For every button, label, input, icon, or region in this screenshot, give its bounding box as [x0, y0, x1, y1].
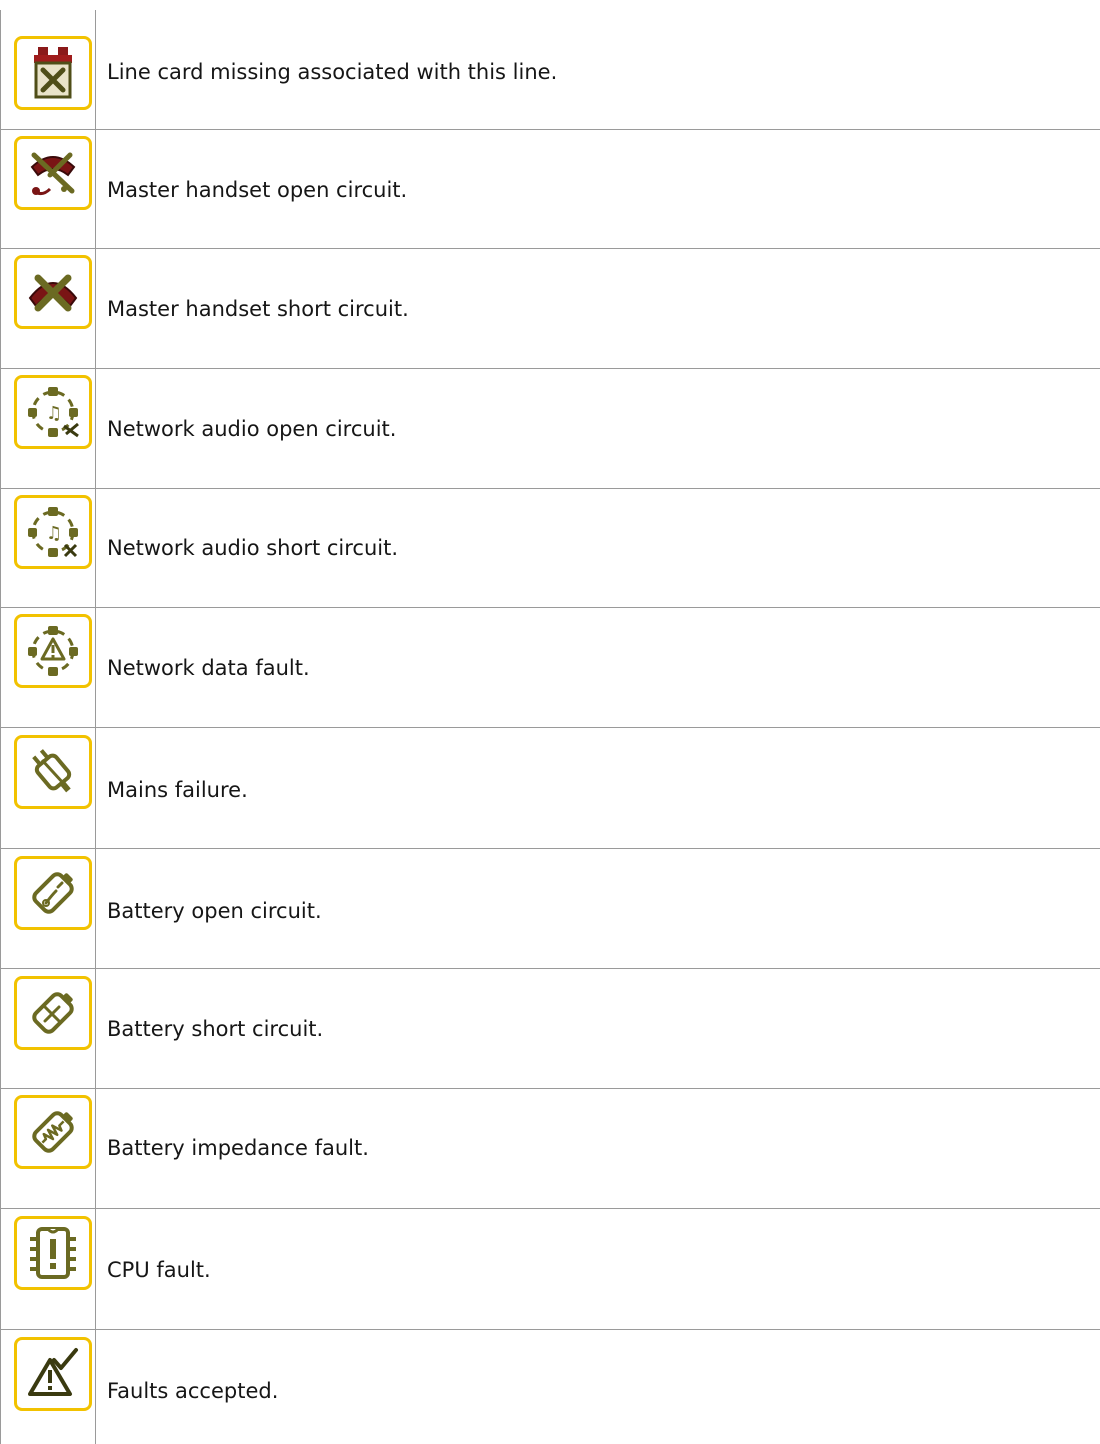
list-item: Master handset short circuit. — [107, 297, 409, 321]
battery-short-circuit-icon — [14, 976, 92, 1050]
list-item: CPU fault. — [107, 1258, 211, 1282]
master-handset-short-circuit-icon — [14, 255, 92, 329]
table-row: Master handset open circuit. — [0, 130, 1100, 249]
table-row: ♫ Network audio open circuit. — [0, 369, 1100, 489]
table-row: Network data fault. — [0, 608, 1100, 728]
table-row: ♫ Network audio short circuit. — [0, 489, 1100, 608]
list-item: Network audio open circuit. — [107, 417, 397, 441]
network-audio-short-circuit-icon: ♫ — [14, 495, 92, 569]
list-item: Battery open circuit. — [107, 899, 322, 923]
faults-accepted-icon — [14, 1337, 92, 1411]
network-data-fault-icon — [14, 614, 92, 688]
svg-text:♫: ♫ — [46, 523, 62, 544]
battery-impedance-fault-icon — [14, 1095, 92, 1169]
list-item: Network audio short circuit. — [107, 536, 399, 560]
table-row: Line card missing associated with this l… — [0, 10, 1100, 130]
list-item: Line card missing associated with this l… — [107, 60, 558, 84]
table-row: Battery short circuit. — [0, 969, 1100, 1089]
cpu-fault-icon — [14, 1216, 92, 1290]
table-row: Battery open circuit. — [0, 849, 1100, 969]
list-item: Faults accepted. — [107, 1379, 279, 1403]
table-row: Battery impedance fault. — [0, 1089, 1100, 1209]
table-row: Master handset short circuit. — [0, 249, 1100, 369]
svg-text:♫: ♫ — [46, 403, 62, 424]
table-row: CPU fault. — [0, 1209, 1100, 1330]
mains-failure-icon — [14, 735, 92, 809]
master-handset-open-circuit-icon — [14, 136, 92, 210]
battery-open-circuit-icon — [14, 856, 92, 930]
line-card-missing-icon — [14, 36, 92, 110]
table-row: Mains failure. — [0, 728, 1100, 849]
list-item: Master handset open circuit. — [107, 178, 408, 202]
list-item: Network data fault. — [107, 656, 310, 680]
table-row: Faults accepted. — [0, 1330, 1100, 1444]
network-audio-open-circuit-icon: ♫ — [14, 375, 92, 449]
list-item: Battery short circuit. — [107, 1017, 324, 1041]
list-item: Battery impedance fault. — [107, 1136, 369, 1160]
fault-icon-table: Line card missing associated with this l… — [0, 0, 1100, 1444]
list-item: Mains failure. — [107, 778, 248, 802]
